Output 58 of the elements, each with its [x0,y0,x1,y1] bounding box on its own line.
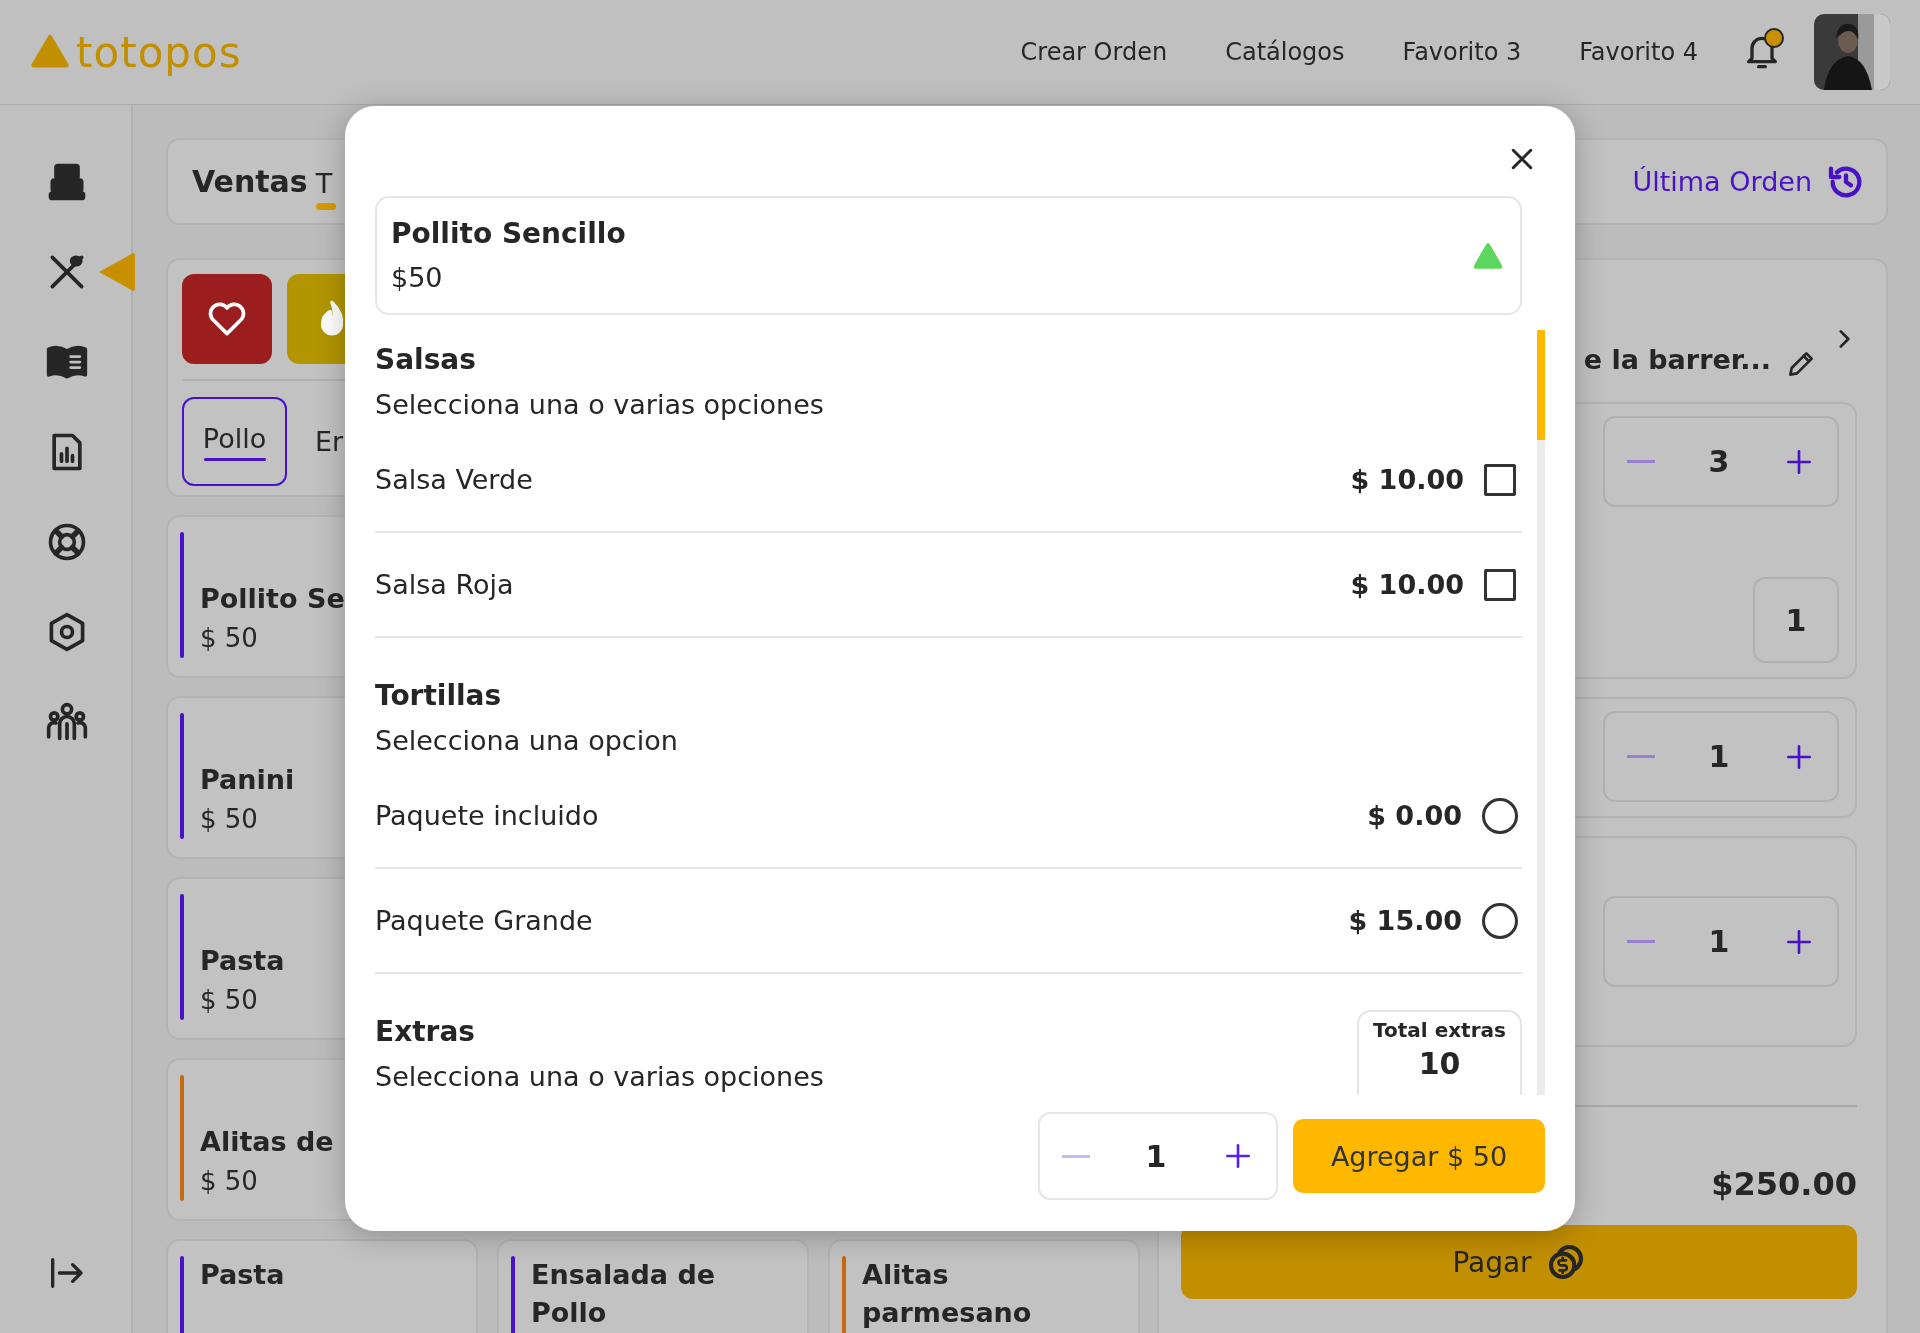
product-name: Alitas parmesano [862,1258,1033,1330]
quantity-value: 1 [1708,739,1730,774]
minus-icon [1627,755,1655,758]
product-name: Pasta [200,944,285,978]
nav-link[interactable]: Crear Orden [1020,38,1168,66]
total-label: Total extras [1373,1018,1506,1042]
product-name: Alitas de [200,1125,334,1159]
page-title: Ventas [192,164,308,199]
minus-icon [1627,940,1655,943]
group-subtitle: Selecciona una o varias opciones [375,388,824,422]
product-price: $50 [391,260,444,295]
product-name: Pasta [200,1258,285,1292]
nav-link[interactable]: Catálogos [1225,38,1345,66]
total-value: 10 [1418,1046,1461,1081]
checkbox[interactable] [1484,568,1516,601]
product-name: Pollito Sencillo [391,215,626,252]
product-card[interactable]: Alitas parmesano [828,1239,1140,1333]
favorite-button[interactable] [182,274,272,364]
quantity-value: 1 [1708,924,1730,959]
radio-button[interactable] [1482,797,1518,834]
nav-link[interactable]: Favorito 3 [1402,38,1522,66]
quantity-box[interactable]: 1 [1753,577,1839,663]
order-total: $250.00 [1710,1165,1857,1203]
category-tab[interactable]: Pollo [182,397,287,486]
category-tab[interactable]: Er [315,426,344,457]
quantity-stepper[interactable]: 1 [1603,896,1839,987]
minus-icon [1062,1154,1090,1158]
product-card[interactable]: Ensalada de Pollo [497,1239,809,1333]
header-tab[interactable]: T [315,167,333,199]
product-name: Pollito Se [200,582,345,616]
minus-icon [1627,460,1655,463]
product-name: Panini [200,763,295,797]
product-card[interactable]: Pasta [166,1239,478,1333]
product-price: $ 50 [200,623,258,653]
logo-text: totopos [76,27,242,77]
option-price: $ 0.00 [1367,800,1462,831]
radio-button[interactable] [1482,902,1518,939]
add-button[interactable]: Agregar $ 50 [1293,1119,1545,1193]
nav-link[interactable]: Favorito 4 [1579,38,1698,66]
scrollbar[interactable] [1537,330,1545,1095]
option-price: $ 10.00 [1350,464,1464,495]
checkbox[interactable] [1484,463,1516,496]
option-label: Salsa Verde [375,464,534,495]
order-name: e la barrer... [1583,344,1771,375]
product-price: $ 50 [200,985,258,1015]
quantity-stepper[interactable]: 3 [1603,416,1839,507]
product-price: $ 50 [200,804,258,834]
quantity-value: 3 [1708,444,1730,479]
pay-button[interactable]: Pagar [1181,1225,1857,1299]
group-title: Salsas [375,342,477,378]
option-price: $ 10.00 [1350,569,1464,600]
product-name: Ensalada de Pollo [531,1258,717,1330]
active-tab-indicator [315,202,336,210]
quantity-stepper[interactable]: 1 [1603,711,1839,802]
option-price: $ 15.00 [1348,905,1462,936]
quantity-stepper[interactable]: 1 [1038,1112,1278,1200]
quantity-value: 1 [1145,1138,1167,1174]
product-price: $ 50 [200,1166,258,1196]
